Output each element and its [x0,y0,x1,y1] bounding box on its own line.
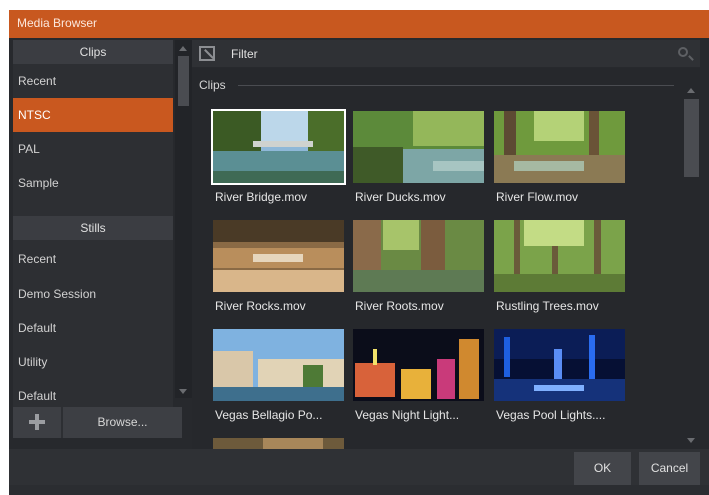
ok-button[interactable]: OK [574,452,631,485]
add-button[interactable] [13,407,61,438]
sidebar-item-demo-session[interactable]: Demo Session [13,277,173,311]
plus-icon [29,414,45,430]
clip-label: Vegas Bellagio Po... [215,408,323,422]
clips-scrollbar[interactable] [684,88,699,443]
filter-input[interactable]: Filter [231,47,258,61]
sidebar: Clips Recent NTSC PAL Sample Stills Rece… [13,40,173,438]
browse-button[interactable]: Browse... [63,407,182,438]
clip-thumbnail [211,109,346,185]
sidebar-scroll-thumb[interactable] [178,56,189,106]
clip-thumbnail [494,111,625,183]
clips-scroll-thumb[interactable] [684,99,699,177]
sidebar-item-sample[interactable]: Sample [13,166,173,200]
scroll-up-arrow-icon[interactable] [687,88,695,93]
clip-thumbnail [213,329,344,401]
filter-bar: Filter [192,40,700,67]
sidebar-item-stills-recent[interactable]: Recent [13,242,173,276]
cancel-button[interactable]: Cancel [639,452,700,485]
scroll-down-arrow-icon[interactable] [179,389,187,394]
clip-label: River Bridge.mov [215,190,308,204]
sidebar-item-ntsc[interactable]: NTSC [13,98,173,132]
clip-thumbnail [353,111,484,183]
search-icon[interactable] [678,47,688,57]
clips-grid: Clips River Bridge.mov River Ducks.mov R… [192,68,700,449]
sidebar-header-stills: Stills [13,216,173,240]
window-title: Media Browser [17,16,98,30]
sidebar-item-utility[interactable]: Utility [13,345,173,379]
clip-label: River Rocks.mov [215,299,306,313]
clip-label: Vegas Night Light... [355,408,460,422]
filter-icon[interactable] [199,46,215,61]
sidebar-scrollbar[interactable] [175,40,192,398]
clip-thumbnail [213,438,344,449]
sidebar-item-clips-recent[interactable]: Recent [13,64,173,98]
clip-thumbnail [213,220,344,292]
clip-thumbnail [353,220,484,292]
clip-label: Rustling Trees.mov [496,299,599,313]
section-label: Clips [199,78,226,92]
clip-thumbnail [494,220,625,292]
clip-thumbnail [494,329,625,401]
section-divider [238,85,674,86]
sidebar-item-pal[interactable]: PAL [13,132,173,166]
clip-label: River Flow.mov [496,190,579,204]
sidebar-item-default[interactable]: Default [13,311,173,345]
clip-thumbnail [353,329,484,401]
scroll-down-arrow-icon[interactable] [687,438,695,443]
clip-label: Vegas Pool Lights.... [496,408,606,422]
sidebar-header-clips: Clips [13,40,173,64]
clip-label: River Roots.mov [355,299,444,313]
clip-label: River Ducks.mov [355,190,446,204]
title-bar[interactable]: Media Browser [9,10,709,38]
scroll-up-arrow-icon[interactable] [179,46,187,51]
